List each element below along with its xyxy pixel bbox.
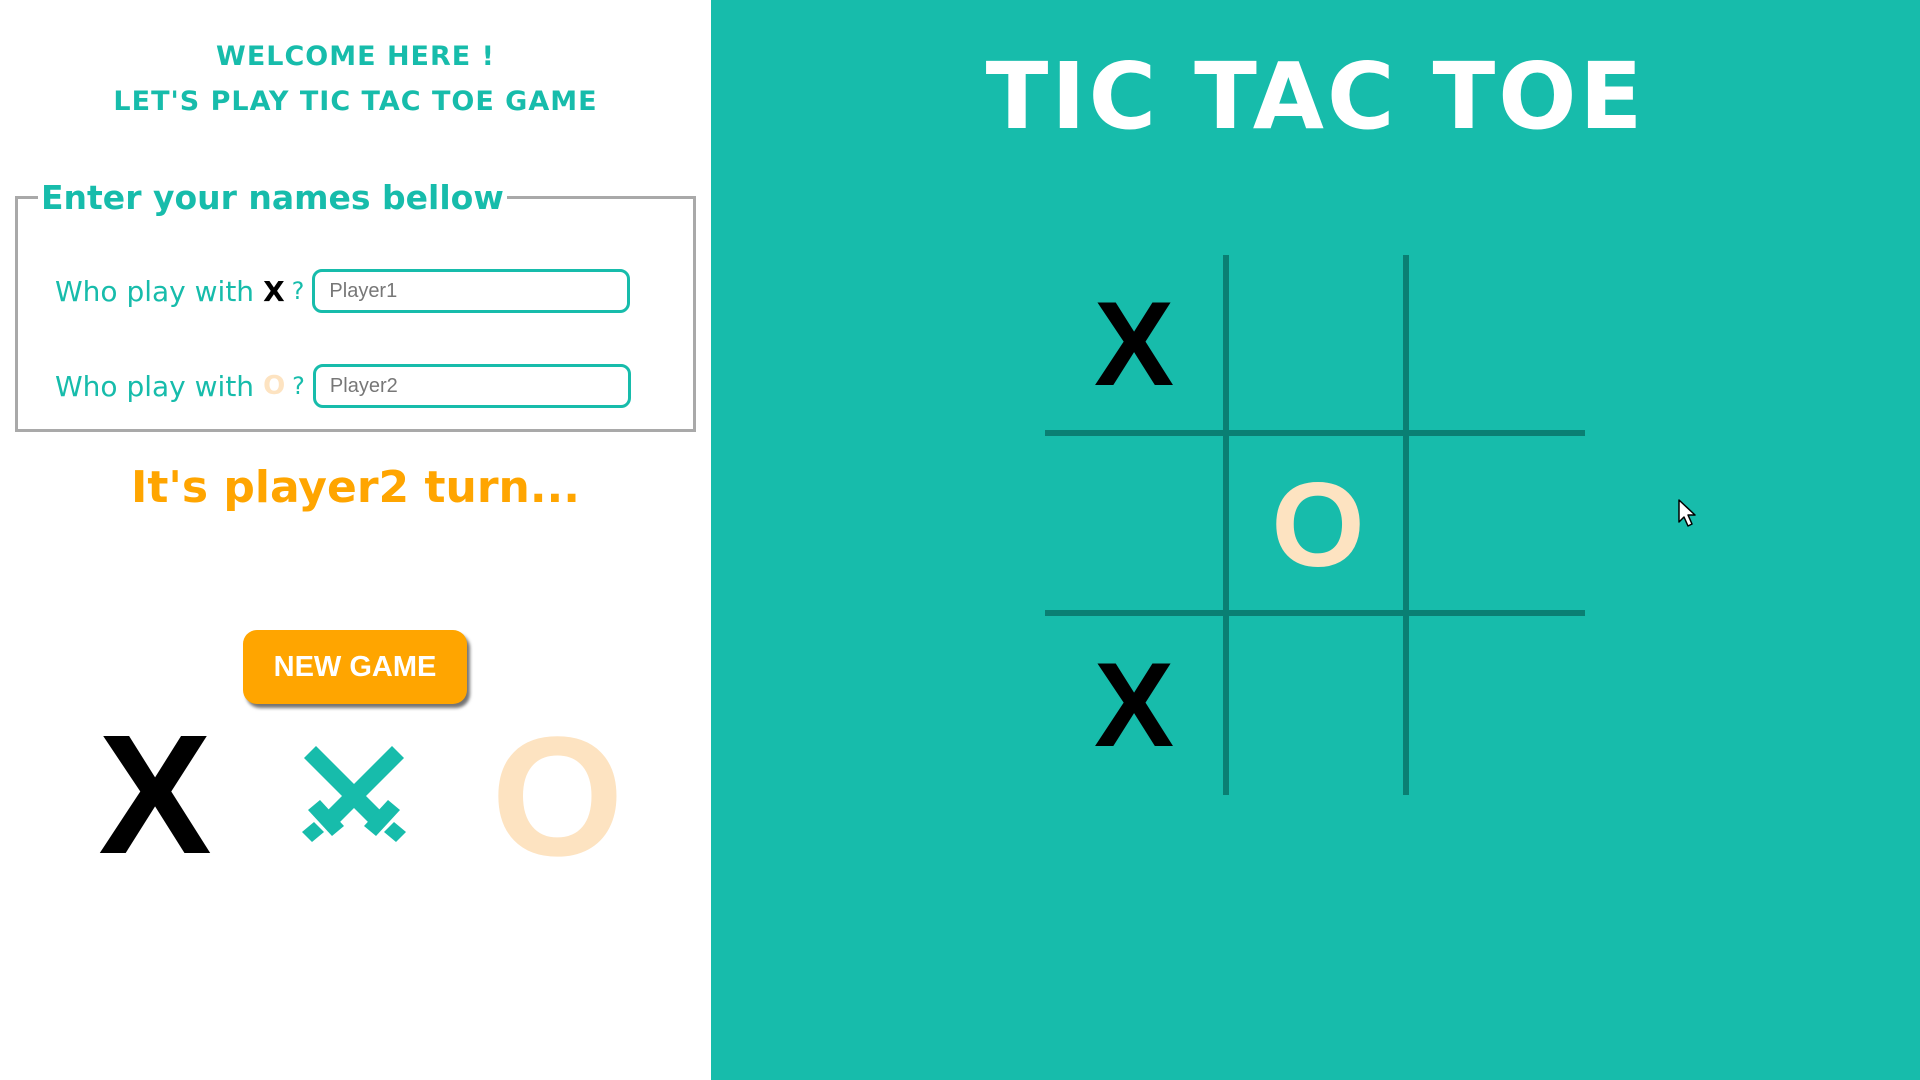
player-o-question-mark: ?	[292, 372, 305, 400]
player-x-symbol: X	[263, 274, 285, 308]
turn-status: It's player2 turn...	[131, 462, 580, 513]
player-x-name-input[interactable]	[312, 269, 631, 313]
board-cell-0-1[interactable]	[1229, 255, 1407, 433]
player-o-row: Who play with O ?	[55, 364, 631, 408]
board-cell-0-0[interactable]: X	[1045, 255, 1223, 433]
player-o-name-input[interactable]	[312, 364, 631, 408]
left-panel: Welcome here ! Let's play tic tac toe ga…	[0, 0, 711, 1080]
player-o-question: Who play with	[55, 369, 255, 403]
board-cell-2-0[interactable]: X	[1045, 616, 1223, 794]
mouse-pointer-icon	[1678, 499, 1696, 527]
player-o-symbol: O	[263, 371, 286, 401]
app-root: Welcome here ! Let's play tic tac toe ga…	[0, 0, 1920, 1080]
board-cell-1-0[interactable]	[1045, 436, 1223, 614]
player-names-form: Enter your names bellow Who play with X …	[15, 178, 696, 432]
board-cell-1-2[interactable]	[1409, 436, 1587, 614]
board-cell-0-2[interactable]	[1409, 255, 1587, 433]
versus-o-symbol: O	[491, 702, 624, 892]
welcome-line-1: Welcome here !	[216, 41, 495, 72]
welcome-header: Welcome here ! Let's play tic tac toe ga…	[0, 34, 711, 124]
board-cell-1-1[interactable]: O	[1229, 436, 1407, 614]
welcome-line-2: Let's play tic tac toe game	[113, 86, 598, 117]
versus-x-symbol: X	[98, 700, 212, 890]
board-cell-2-2[interactable]	[1409, 616, 1587, 794]
game-title: Tic Tac Toe	[985, 43, 1646, 150]
player-x-row: Who play with X ?	[55, 269, 631, 313]
game-board: X O X	[1045, 255, 1585, 795]
right-panel: Tic Tac Toe X O X	[711, 0, 1920, 1080]
new-game-button[interactable]: NEW GAME	[243, 630, 467, 704]
board-cell-2-1[interactable]	[1229, 616, 1407, 794]
player-x-question: Who play with	[55, 274, 255, 308]
player-x-question-mark: ?	[291, 277, 305, 305]
names-legend: Enter your names bellow	[41, 178, 504, 217]
crossed-swords-icon	[302, 746, 406, 842]
